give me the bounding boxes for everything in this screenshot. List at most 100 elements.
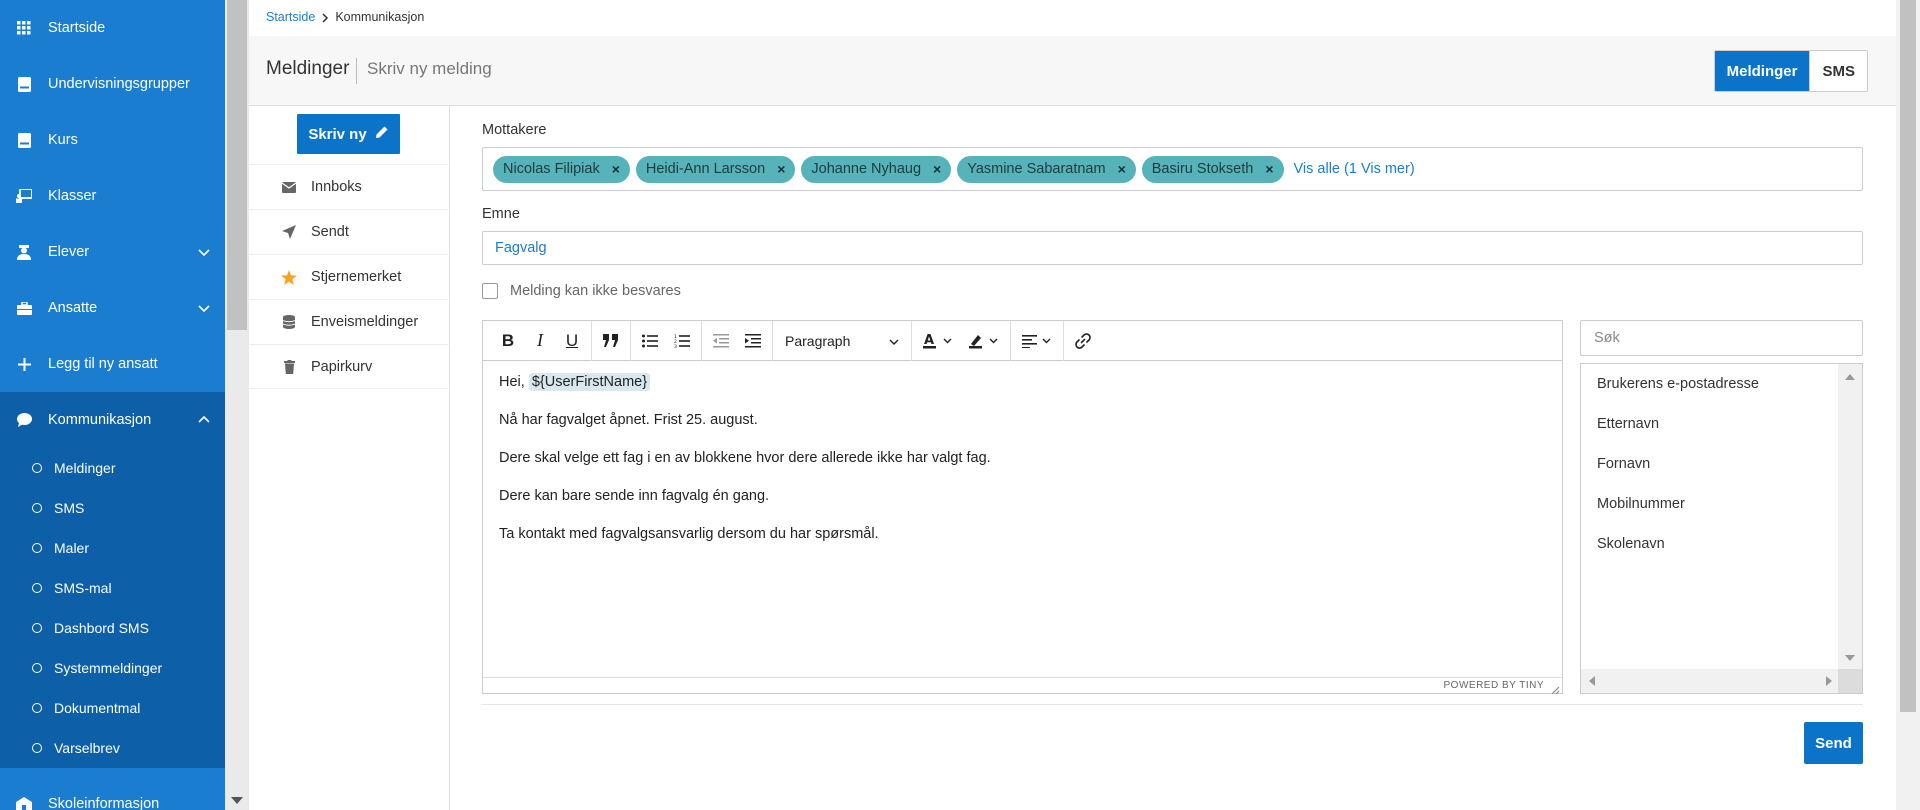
editor-content[interactable]: Hei, ${UserFirstName} Nå har fagvalget å… <box>483 361 1562 575</box>
message-folder-list: Innboks Sendt Stjernemerket Enveismeldin… <box>249 164 450 389</box>
scroll-down-arrow-icon[interactable] <box>1845 655 1855 661</box>
sidebar-item-label: Ansatte <box>48 300 98 316</box>
recipients-field[interactable]: Nicolas Filipiak × Heidi-Ann Larsson × Joh… <box>482 147 1863 191</box>
link-icon[interactable] <box>1068 326 1098 356</box>
send-button[interactable]: Send <box>1804 722 1863 764</box>
blockquote-icon[interactable] <box>596 326 626 356</box>
scrollbar-corner <box>1838 669 1862 693</box>
breadcrumb-home-link[interactable]: Startside <box>266 10 315 24</box>
sidebar-item-label: Skoleinformasjon <box>48 796 160 810</box>
sidebar-item-elever[interactable]: Elever <box>0 224 225 280</box>
sidebar-subitem-dokumentmal[interactable]: Dokumentmal <box>0 688 225 728</box>
sidebar-subitem-meldinger[interactable]: Meldinger <box>0 448 225 488</box>
outdent-icon[interactable] <box>706 326 736 356</box>
toolbar-group-format: B I U <box>489 320 592 361</box>
remove-recipient-icon[interactable]: × <box>1265 161 1273 177</box>
variable-item[interactable]: Brukerens e-postadresse <box>1581 364 1840 404</box>
folder-papirkurv[interactable]: Papirkurv <box>249 344 450 389</box>
sidebar-scrollbar[interactable] <box>225 0 249 810</box>
database-icon <box>281 314 297 330</box>
text-color-icon[interactable]: A <box>916 326 960 356</box>
folder-sendt[interactable]: Sendt <box>249 209 450 254</box>
sidebar-item-skoleinformasjon[interactable]: Skoleinformasjon <box>0 776 225 810</box>
sidebar-subitem-varselbrev[interactable]: Varselbrev <box>0 728 225 768</box>
remove-recipient-icon[interactable]: × <box>612 161 620 177</box>
italic-icon[interactable]: I <box>525 326 555 356</box>
breadcrumb: Startside Kommunikasjon <box>266 10 424 24</box>
editor-paragraph: Hei, ${UserFirstName} <box>499 373 1546 392</box>
sidebar-item-ansatte[interactable]: Ansatte <box>0 280 225 336</box>
variable-list-vertical-scrollbar[interactable] <box>1838 364 1862 671</box>
scroll-right-arrow-icon[interactable] <box>1826 676 1832 686</box>
variable-item[interactable]: Fornavn <box>1581 444 1840 484</box>
folder-enveismeldinger[interactable]: Enveismeldinger <box>249 299 450 344</box>
block-format-value: Paragraph <box>785 332 851 349</box>
variable-search-input[interactable]: Søk <box>1580 320 1863 356</box>
sms-toggle-button[interactable]: SMS <box>1809 51 1867 91</box>
show-all-recipients-link[interactable]: Vis alle (1 Vis mer) <box>1294 161 1415 177</box>
sidebar-subitem-sms[interactable]: SMS <box>0 488 225 528</box>
sidebar-scrollbar-thumb[interactable] <box>227 0 247 330</box>
editor-paragraph: Nå har fagvalget åpnet. Frist 25. august… <box>499 412 758 428</box>
underline-icon[interactable]: U <box>557 326 587 356</box>
meldinger-toggle-button[interactable]: Meldinger <box>1714 51 1810 91</box>
sidebar-subitem-systemmeldinger[interactable]: Systemmeldinger <box>0 648 225 688</box>
highlight-color-icon[interactable] <box>962 326 1006 356</box>
remove-recipient-icon[interactable]: × <box>1118 161 1126 177</box>
sidebar-item-undervisningsgrupper[interactable]: Undervisningsgrupper <box>0 56 225 112</box>
scroll-left-arrow-icon[interactable] <box>1589 676 1595 686</box>
remove-recipient-icon[interactable]: × <box>777 161 785 177</box>
compose-button[interactable]: Skriv ny <box>297 114 400 154</box>
bold-icon[interactable]: B <box>493 326 523 356</box>
powered-by-tiny-link[interactable]: POWERED BY TINY <box>1444 680 1544 691</box>
sidebar-item-startside[interactable]: Startside <box>0 0 225 56</box>
circle-icon <box>32 503 42 513</box>
variable-item[interactable]: Etternavn <box>1581 404 1840 444</box>
chevron-up-icon <box>197 413 211 427</box>
page-scrollbar[interactable] <box>1896 0 1920 810</box>
page-scrollbar-thumb[interactable] <box>1900 0 1916 712</box>
indent-icon[interactable] <box>738 326 768 356</box>
scroll-up-arrow-icon[interactable] <box>1845 374 1855 380</box>
align-icon[interactable] <box>1015 326 1059 356</box>
bullet-list-icon[interactable] <box>635 326 665 356</box>
sidebar-subitem-dashbord-sms[interactable]: Dashbord SMS <box>0 608 225 648</box>
sidebar-subitem-label: Dashbord SMS <box>54 620 149 636</box>
circle-icon <box>32 543 42 553</box>
recipient-name: Basiru Stokseth <box>1151 161 1254 177</box>
sidebar-subitem-sms-mal[interactable]: SMS-mal <box>0 568 225 608</box>
circle-icon <box>32 583 42 593</box>
trash-icon <box>281 359 297 375</box>
folder-innboks[interactable]: Innboks <box>249 164 450 209</box>
block-format-select[interactable]: Paragraph <box>777 333 907 349</box>
sidebar-item-label: Legg til ny ansatt <box>48 356 158 372</box>
resize-handle-icon[interactable] <box>1551 682 1560 695</box>
placeholder-token[interactable]: ${UserFirstName} <box>528 373 651 391</box>
variable-list-horizontal-scrollbar[interactable] <box>1581 669 1840 693</box>
scroll-down-arrow-icon[interactable] <box>231 797 243 804</box>
sidebar-subitem-maler[interactable]: Maler <box>0 528 225 568</box>
remove-recipient-icon[interactable]: × <box>933 161 941 177</box>
subject-input[interactable]: Fagvalg <box>482 231 1863 265</box>
sidebar-subitem-label: SMS <box>54 500 85 516</box>
presentation-icon <box>16 188 32 204</box>
page-title: Meldinger <box>266 58 350 79</box>
svg-text:A: A <box>924 333 934 348</box>
variable-item[interactable]: Skolenavn <box>1581 524 1840 564</box>
book-icon <box>16 76 32 92</box>
no-reply-row: Melding kan ikke besvares <box>482 283 681 299</box>
no-reply-checkbox[interactable] <box>482 283 498 299</box>
sidebar-item-klasser[interactable]: Klasser <box>0 168 225 224</box>
variable-list-box: Brukerens e-postadresse Etternavn Fornav… <box>1580 363 1863 694</box>
variable-item[interactable]: Mobilnummer <box>1581 484 1840 524</box>
toolbar-group-lists: 123 <box>631 320 702 361</box>
sidebar: Startside Undervisningsgrupper Kurs Klas… <box>0 0 225 810</box>
school-icon <box>16 796 32 810</box>
sidebar-item-kommunikasjon[interactable]: Kommunikasjon <box>0 392 225 448</box>
folder-label: Enveismeldinger <box>311 314 419 330</box>
chevron-down-icon <box>197 301 211 315</box>
sidebar-item-legg-til-ny-ansatt[interactable]: Legg til ny ansatt <box>0 336 225 392</box>
folder-stjernemerket[interactable]: Stjernemerket <box>249 254 450 299</box>
sidebar-item-kurs[interactable]: Kurs <box>0 112 225 168</box>
numbered-list-icon[interactable]: 123 <box>667 326 697 356</box>
